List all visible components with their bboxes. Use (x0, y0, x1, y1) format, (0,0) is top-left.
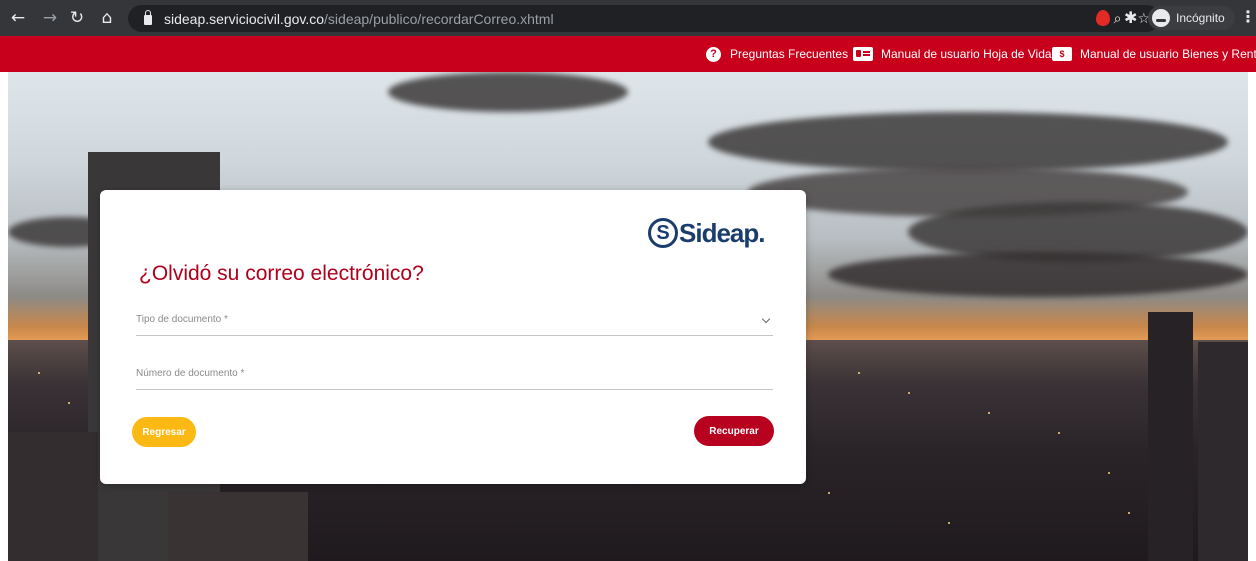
incognito-indicator[interactable]: Incógnito (1148, 6, 1235, 30)
zoom-icon[interactable]: ⌕ (1114, 11, 1122, 27)
recover-email-card: S Sideap. ¿Olvidó su correo electrónico?… (100, 190, 806, 484)
browser-toolbar: ← → ↻ ⌂ sideap.serviciocivil.gov.co/side… (0, 0, 1256, 36)
cv-manual-link-label: Manual de usuario Hoja de Vida (881, 47, 1052, 61)
home-icon[interactable]: ⌂ (96, 7, 118, 29)
incognito-label: Incógnito (1176, 11, 1225, 25)
document-type-label: Tipo de documento * (136, 314, 228, 325)
puzzle-icon[interactable]: ✱ (1124, 8, 1137, 27)
recover-button[interactable]: Recuperar (694, 416, 774, 446)
back-button[interactable]: Regresar (132, 417, 196, 447)
top-nav-bar: ? Preguntas Frecuentes Manual de usuario… (0, 36, 1256, 72)
assets-manual-link[interactable]: $ Manual de usuario Bienes y Rentas (1052, 36, 1256, 72)
assets-manual-link-label: Manual de usuario Bienes y Rentas (1080, 47, 1256, 61)
forward-arrow-icon[interactable]: → (39, 7, 61, 29)
document-number-input[interactable]: Número de documento * (136, 362, 773, 390)
menu-icon[interactable]: ⋮ (1240, 7, 1256, 26)
money-icon: $ (1052, 47, 1072, 61)
url-path: /sideap/publico/recordarCorreo.xhtml (324, 10, 554, 27)
faq-link[interactable]: ? Preguntas Frecuentes (706, 36, 848, 72)
back-arrow-icon[interactable]: ← (7, 7, 29, 29)
faq-link-label: Preguntas Frecuentes (730, 47, 849, 61)
incognito-icon (1152, 9, 1170, 27)
document-type-select[interactable]: Tipo de documento * (136, 308, 773, 336)
chevron-down-icon[interactable] (761, 314, 771, 324)
document-number-label: Número de documento * (136, 368, 245, 379)
page-title: ¿Olvidó su correo electrónico? (139, 262, 424, 285)
lock-icon (144, 10, 152, 25)
sideap-logo: S Sideap. (648, 218, 765, 248)
address-bar[interactable]: sideap.serviciocivil.gov.co/sideap/publi… (128, 5, 1160, 32)
help-icon: ? (706, 46, 721, 62)
logo-mark: S (648, 218, 678, 248)
logo-text: Sideap. (679, 218, 765, 248)
reload-icon[interactable]: ↻ (66, 7, 88, 29)
id-card-icon (853, 47, 873, 61)
url-host: sideap.serviciocivil.gov.co (164, 10, 325, 27)
extension-icon[interactable] (1096, 10, 1110, 26)
cv-manual-link[interactable]: Manual de usuario Hoja de Vida (853, 36, 1052, 72)
